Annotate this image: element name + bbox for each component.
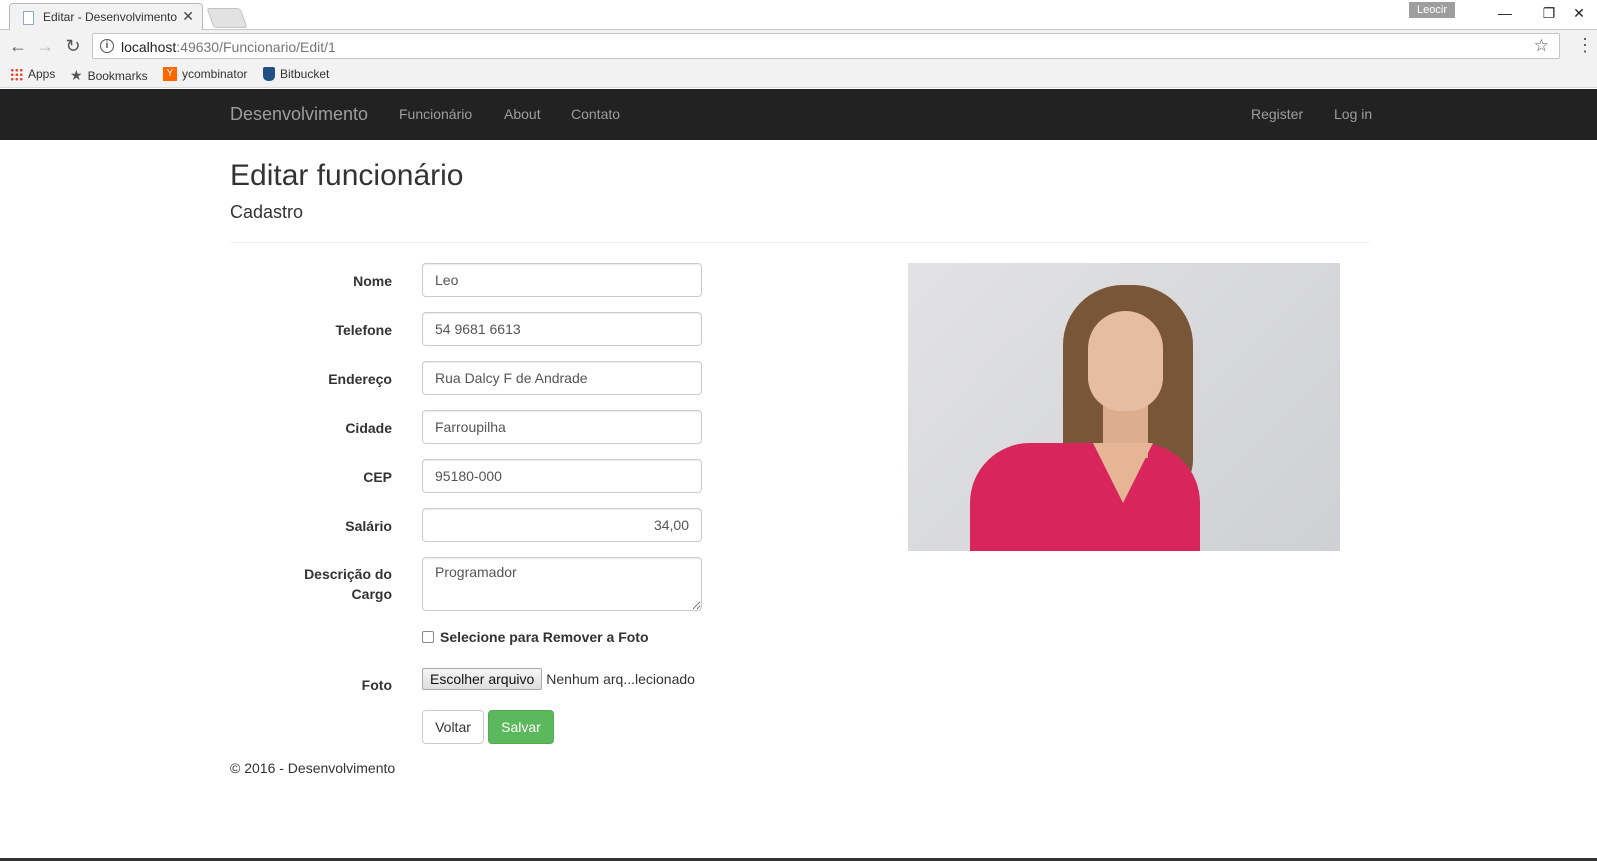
close-tab-icon[interactable]: ✕	[182, 8, 194, 25]
page-favicon-icon	[23, 11, 34, 25]
bookmark-apps[interactable]: Apps	[10, 67, 55, 81]
nav-register[interactable]: Register	[1251, 106, 1303, 122]
descricao-cargo-textarea[interactable]: Programador	[422, 557, 702, 611]
bookmark-star-icon[interactable]: ☆	[1534, 36, 1549, 56]
salario-input[interactable]	[422, 508, 702, 542]
tab-title: Editar - Desenvolvimento	[43, 10, 178, 24]
nav-login[interactable]: Log in	[1334, 106, 1372, 122]
label-descricao-cargo: Descrição do Cargo	[304, 566, 392, 602]
bookmark-bookmarks[interactable]: ★ Bookmarks	[70, 67, 148, 84]
browser-toolbar: ← → ↻ i localhost:49630/Funcionario/Edit…	[0, 30, 1597, 62]
label-salario: Salário	[345, 518, 392, 534]
employee-photo	[908, 263, 1340, 551]
new-tab-button[interactable]	[206, 8, 248, 28]
bookmark-bitbucket[interactable]: Bitbucket	[263, 67, 329, 81]
cidade-input[interactable]	[422, 410, 702, 444]
nav-about[interactable]: About	[504, 106, 541, 122]
minimize-icon[interactable]: —	[1488, 2, 1522, 24]
endereco-input[interactable]	[422, 361, 702, 395]
url-text: localhost:49630/Funcionario/Edit/1	[121, 39, 336, 55]
bitbucket-icon	[263, 67, 275, 81]
forward-arrow-icon[interactable]: →	[33, 34, 57, 58]
choose-file-button[interactable]: Escolher arquivo	[422, 668, 543, 690]
site-navbar: Desenvolvimento Funcionário About Contat…	[0, 89, 1597, 140]
label-foto: Foto	[361, 677, 392, 693]
ycombinator-icon: Y	[163, 67, 177, 81]
info-icon[interactable]: i	[100, 39, 114, 53]
browser-menu-icon[interactable]: ⋮	[1576, 35, 1594, 56]
browser-titlebar: Editar - Desenvolvimento ✕ Leocir — ❐ ✕	[0, 0, 1597, 31]
nav-contato[interactable]: Contato	[571, 106, 620, 122]
divider	[230, 242, 1370, 243]
photo-file-input: Escolher arquivo Nenhum arq...lecionado	[422, 668, 695, 690]
brand-link[interactable]: Desenvolvimento	[230, 104, 368, 125]
page-subtitle: Cadastro	[230, 202, 304, 222]
remove-photo-option: Selecione para Remover a Foto	[422, 629, 649, 645]
photo-face	[1088, 311, 1163, 411]
bookmarks-bar: Apps ★ Bookmarks Y ycombinator Bitbucket	[0, 62, 1597, 88]
restore-icon[interactable]: ❐	[1532, 2, 1566, 24]
page-title: Editar funcionário	[230, 159, 464, 192]
cep-input[interactable]	[422, 459, 702, 493]
telefone-input[interactable]	[422, 312, 702, 346]
apps-icon	[10, 67, 23, 81]
file-status: Nenhum arq...lecionado	[546, 671, 695, 687]
label-telefone: Telefone	[335, 322, 392, 338]
footer-text: © 2016 - Desenvolvimento	[230, 760, 396, 776]
browser-tab[interactable]: Editar - Desenvolvimento ✕	[9, 3, 203, 31]
nav-funcionario[interactable]: Funcionário	[399, 106, 472, 122]
reload-icon[interactable]: ↻	[61, 34, 85, 58]
label-cep: CEP	[363, 469, 392, 485]
back-button[interactable]: Voltar	[422, 710, 484, 744]
label-endereco: Endereço	[328, 371, 392, 387]
label-cidade: Cidade	[345, 420, 392, 436]
address-bar[interactable]: i localhost:49630/Funcionario/Edit/1 ☆	[92, 33, 1560, 59]
photo-shirt	[970, 443, 1200, 551]
save-button[interactable]: Salvar	[488, 710, 554, 744]
bookmark-ycombinator[interactable]: Y ycombinator	[163, 67, 247, 81]
profile-badge[interactable]: Leocir	[1409, 2, 1455, 18]
nome-input[interactable]	[422, 263, 702, 297]
label-nome: Nome	[353, 273, 392, 289]
remove-photo-checkbox[interactable]	[422, 631, 434, 643]
close-window-icon[interactable]: ✕	[1562, 2, 1596, 24]
remove-photo-label[interactable]: Selecione para Remover a Foto	[440, 629, 649, 645]
star-icon: ★	[70, 67, 83, 83]
back-arrow-icon[interactable]: ←	[6, 34, 30, 58]
